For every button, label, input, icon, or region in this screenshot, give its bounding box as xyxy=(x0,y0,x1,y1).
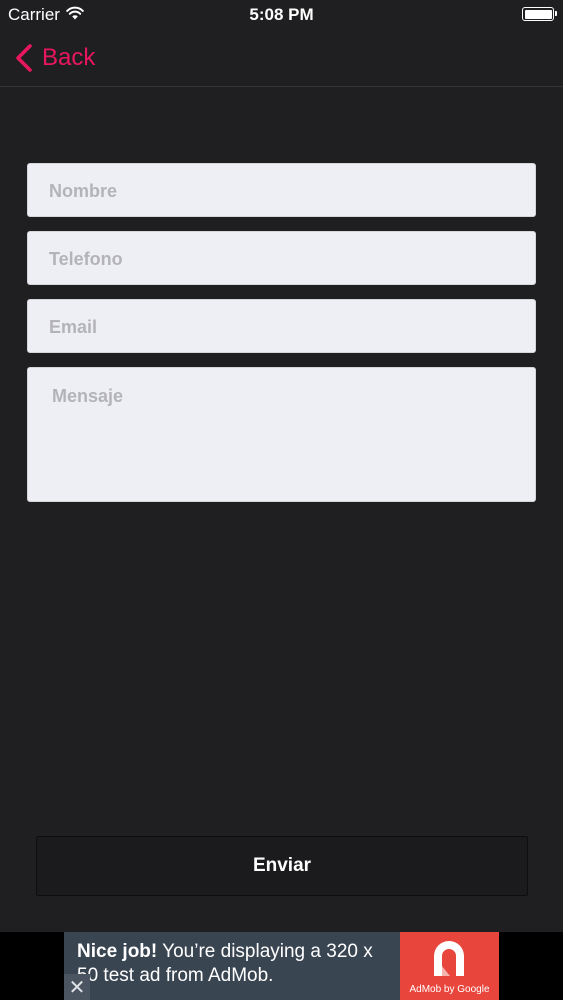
send-button[interactable]: Enviar xyxy=(36,836,528,896)
telefono-placeholder: Telefono xyxy=(49,249,123,269)
battery-icon xyxy=(522,7,557,21)
admob-logo xyxy=(434,941,464,976)
ad-banner[interactable]: Nice job! You’re displaying a 320 x 50 t… xyxy=(64,932,499,1000)
mensaje-textarea[interactable]: Mensaje xyxy=(27,367,536,502)
ad-logo-box[interactable]: AdMob by Google xyxy=(400,932,499,1000)
telefono-field[interactable]: Telefono xyxy=(27,231,536,285)
navigation-bar: Back xyxy=(0,30,563,87)
back-button[interactable]: Back xyxy=(14,42,95,74)
status-bar: Carrier 5:08 PM xyxy=(0,0,563,30)
nombre-field[interactable]: Nombre xyxy=(27,163,536,217)
ad-brand: AdMob by Google xyxy=(409,984,490,995)
back-label: Back xyxy=(42,44,96,71)
battery-level xyxy=(524,9,552,19)
close-icon[interactable]: ✕ xyxy=(64,974,90,1000)
email-placeholder: Email xyxy=(49,317,98,337)
email-field[interactable]: Email xyxy=(27,299,536,353)
chevron-left-icon xyxy=(16,44,32,72)
ad-area: Nice job! You’re displaying a 320 x 50 t… xyxy=(0,932,563,1000)
mensaje-placeholder: Mensaje xyxy=(52,386,124,406)
nombre-placeholder: Nombre xyxy=(49,181,118,201)
ad-text: Nice job! You’re displaying a 320 x 50 t… xyxy=(77,940,397,988)
clock: 5:08 PM xyxy=(249,5,314,24)
ad-headline: Nice job! xyxy=(77,941,158,962)
